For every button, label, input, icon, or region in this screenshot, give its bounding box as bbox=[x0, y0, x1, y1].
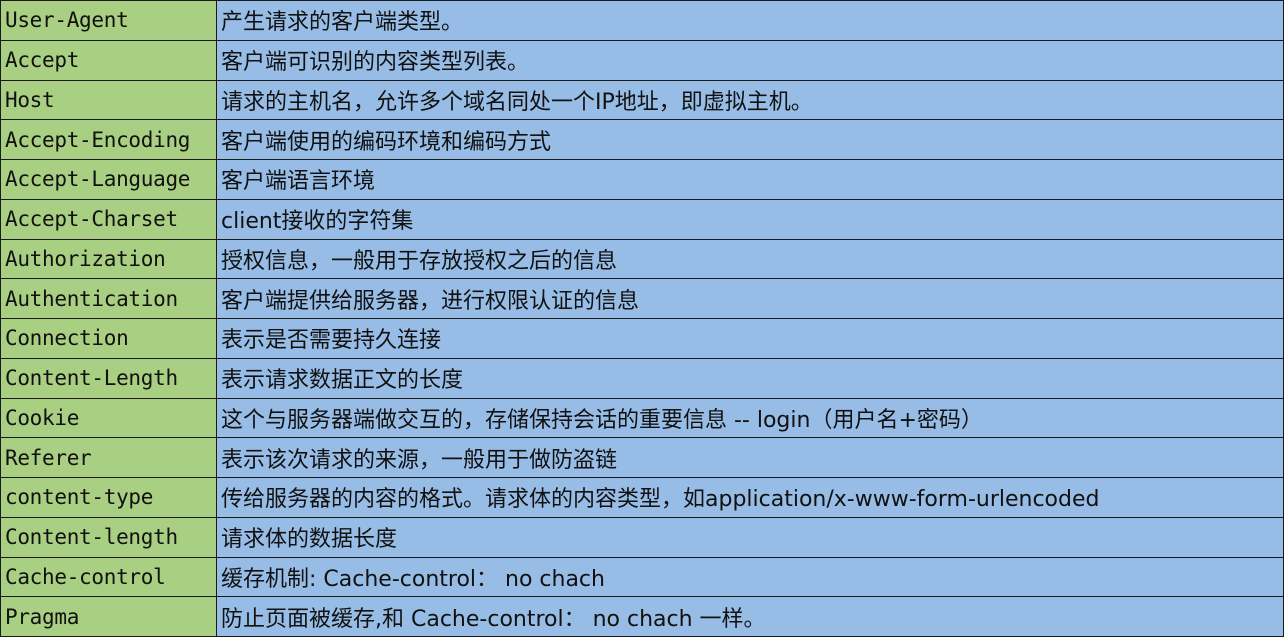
table-row: Accept-Language 客户端语言环境 bbox=[0, 159, 1284, 200]
table-row: Referer 表示该次请求的来源，一般用于做防盗链 bbox=[0, 437, 1284, 478]
header-name-cell: content-type bbox=[0, 477, 217, 518]
header-name-cell: User-Agent bbox=[0, 0, 217, 41]
table-row: Content-Length 表示请求数据正文的长度 bbox=[0, 357, 1284, 399]
header-name-cell: Pragma bbox=[0, 596, 217, 637]
header-name-cell: Accept-Language bbox=[0, 159, 217, 200]
header-description-cell: 这个与服务器端做交互的，存储保持会话的重要信息 -- login（用户名+密码） bbox=[216, 397, 1284, 439]
table-row: Content-length 请求体的数据长度 bbox=[0, 516, 1284, 558]
header-name-cell: Connection bbox=[0, 318, 217, 359]
table-row: Accept-Charset client接收的字符集 bbox=[0, 198, 1284, 240]
header-description-cell: 防止页面被缓存,和 Cache-control： no chach 一样。 bbox=[216, 596, 1284, 637]
header-description-cell: 表示是否需要持久连接 bbox=[216, 318, 1284, 359]
header-description-cell: 产生请求的客户端类型。 bbox=[216, 0, 1284, 41]
header-name-cell: Accept bbox=[0, 39, 217, 81]
header-description-cell: 表示请求数据正文的长度 bbox=[216, 357, 1284, 399]
table-row: Authentication 客户端提供给服务器，进行权限认证的信息 bbox=[0, 278, 1284, 319]
header-name-cell: Content-Length bbox=[0, 357, 217, 399]
http-headers-table: User-Agent 产生请求的客户端类型。 Accept 客户端可识别的内容类… bbox=[0, 0, 1284, 637]
header-description-cell: 传给服务器的内容的格式。请求体的内容类型，如application/x-www-… bbox=[216, 477, 1284, 518]
table-row: Accept 客户端可识别的内容类型列表。 bbox=[0, 39, 1284, 81]
header-description-cell: 请求体的数据长度 bbox=[216, 516, 1284, 558]
header-description-cell: 授权信息，一般用于存放授权之后的信息 bbox=[216, 238, 1284, 280]
header-description-cell: 客户端提供给服务器，进行权限认证的信息 bbox=[216, 278, 1284, 319]
table-row: User-Agent 产生请求的客户端类型。 bbox=[0, 0, 1284, 41]
table-row: Pragma 防止页面被缓存,和 Cache-control： no chach… bbox=[0, 596, 1284, 637]
table-row: Accept-Encoding 客户端使用的编码环境和编码方式 bbox=[0, 119, 1284, 160]
table-row: Host 请求的主机名，允许多个域名同处一个IP地址，即虚拟主机。 bbox=[0, 79, 1284, 121]
header-description-cell: 客户端使用的编码环境和编码方式 bbox=[216, 119, 1284, 160]
header-name-cell: Authorization bbox=[0, 238, 217, 280]
header-name-cell: Content-length bbox=[0, 516, 217, 558]
header-description-cell: client接收的字符集 bbox=[216, 198, 1284, 240]
header-name-cell: Accept-Encoding bbox=[0, 119, 217, 160]
header-name-cell: Referer bbox=[0, 437, 217, 478]
table-row: content-type 传给服务器的内容的格式。请求体的内容类型，如appli… bbox=[0, 477, 1284, 518]
header-description-cell: 客户端可识别的内容类型列表。 bbox=[216, 39, 1284, 81]
header-description-cell: 客户端语言环境 bbox=[216, 159, 1284, 200]
header-name-cell: Cache-control bbox=[0, 556, 217, 598]
table-row: Cache-control 缓存机制: Cache-control： no ch… bbox=[0, 556, 1284, 598]
table-row: Cookie 这个与服务器端做交互的，存储保持会话的重要信息 -- login（… bbox=[0, 397, 1284, 439]
header-description-cell: 表示该次请求的来源，一般用于做防盗链 bbox=[216, 437, 1284, 478]
header-description-cell: 请求的主机名，允许多个域名同处一个IP地址，即虚拟主机。 bbox=[216, 79, 1284, 121]
header-name-cell: Accept-Charset bbox=[0, 198, 217, 240]
header-description-cell: 缓存机制: Cache-control： no chach bbox=[216, 556, 1284, 598]
table-row: Authorization 授权信息，一般用于存放授权之后的信息 bbox=[0, 238, 1284, 280]
table-row: Connection 表示是否需要持久连接 bbox=[0, 318, 1284, 359]
header-name-cell: Cookie bbox=[0, 397, 217, 439]
header-name-cell: Host bbox=[0, 79, 217, 121]
header-name-cell: Authentication bbox=[0, 278, 217, 319]
